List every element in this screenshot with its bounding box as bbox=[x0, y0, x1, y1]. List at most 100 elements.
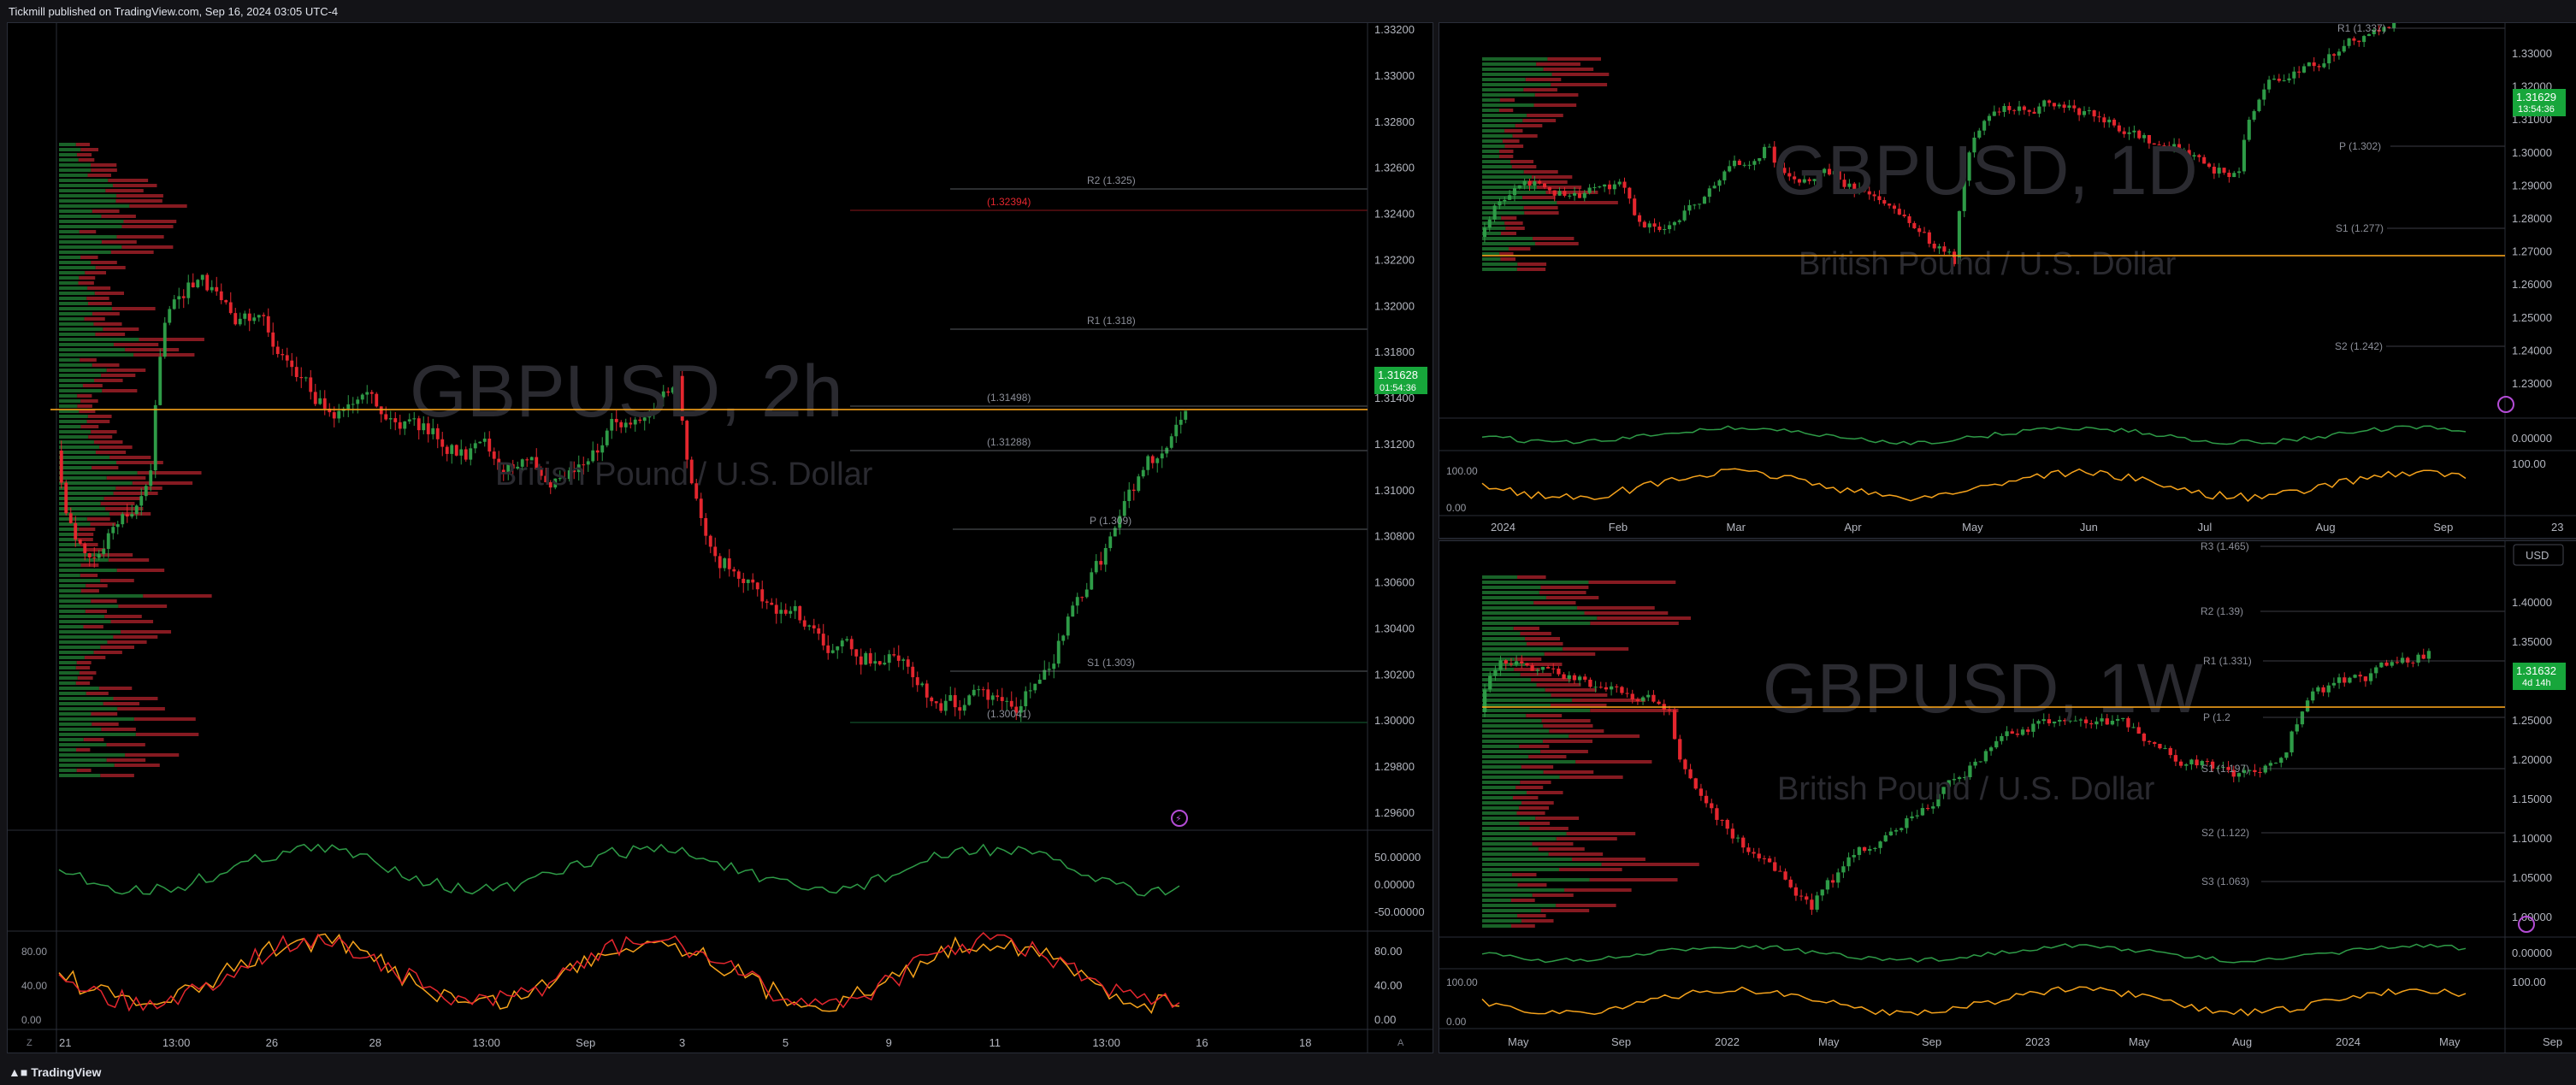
candle-body bbox=[2010, 731, 2014, 734]
candle-body bbox=[1897, 209, 1901, 215]
candle-body bbox=[238, 318, 242, 325]
oscillator-line bbox=[58, 933, 1180, 1014]
candle-body bbox=[1146, 456, 1150, 470]
osc-tick-left: 0.00 bbox=[21, 1014, 42, 1026]
candle-body bbox=[1912, 222, 1917, 228]
candle-body bbox=[346, 404, 351, 410]
candle-body bbox=[1773, 862, 1777, 871]
candle-body bbox=[1646, 694, 1651, 698]
chart-canvas-right-bottom[interactable]: GBPUSD, 1W British Pound / U.S. Dollar R… bbox=[1439, 541, 2576, 1053]
candle-body bbox=[158, 357, 162, 405]
candle-body bbox=[2305, 700, 2310, 712]
osc-tick: 100.00 bbox=[2512, 976, 2546, 988]
candle-body bbox=[1160, 453, 1164, 459]
candle-body bbox=[1633, 198, 1637, 215]
candle-body bbox=[2322, 63, 2326, 68]
auto-scale-button[interactable]: A bbox=[1397, 1038, 1404, 1048]
candle-body bbox=[789, 610, 793, 614]
candle-body bbox=[1066, 616, 1070, 636]
candle-body bbox=[751, 579, 755, 583]
candle-body bbox=[1888, 831, 1894, 836]
candle-body bbox=[1482, 689, 1487, 712]
candle-body bbox=[252, 317, 257, 321]
candle-body bbox=[2416, 654, 2420, 663]
chart-pane-right-bottom[interactable]: GBPUSD, 1W British Pound / U.S. Dollar R… bbox=[1439, 540, 2576, 1053]
candle-body bbox=[162, 322, 167, 357]
candle-body bbox=[1572, 675, 1577, 681]
price-tick: 1.25000 bbox=[2512, 311, 2552, 324]
candle-body bbox=[901, 659, 906, 661]
chart-canvas-right-top[interactable]: GBPUSD, 1D British Pound / U.S. Dollar R… bbox=[1439, 23, 2576, 539]
candle-body bbox=[2312, 62, 2316, 67]
candle-body bbox=[2421, 654, 2425, 659]
price-tick: 1.30600 bbox=[1374, 576, 1415, 589]
candle-body bbox=[755, 582, 759, 590]
candle-body bbox=[986, 689, 990, 700]
time-tick: Sep bbox=[2543, 1035, 2562, 1048]
candle-body bbox=[2406, 657, 2410, 663]
price-tick: 1.32600 bbox=[1374, 162, 1415, 174]
candle-body bbox=[2362, 36, 2366, 43]
candle-body bbox=[1547, 187, 1551, 191]
candle-body bbox=[2212, 167, 2216, 174]
candle-body bbox=[1131, 489, 1136, 492]
candle-body bbox=[1742, 164, 1746, 166]
candle-body bbox=[967, 695, 972, 705]
candle-body bbox=[2311, 691, 2315, 701]
time-axis-left: 21 13:00 26 28 13:00 Sep 3 5 9 11 13:00 16 18 bbox=[59, 1036, 1311, 1049]
tradingview-logo[interactable]: ▲■ TradingView bbox=[9, 1065, 101, 1079]
candle-body bbox=[2092, 109, 2096, 117]
candle-body bbox=[1037, 679, 1042, 684]
chart-pane-left[interactable]: GBPUSD, 2h British Pound / U.S. Dollar R… bbox=[7, 22, 1433, 1053]
candle-body bbox=[1746, 847, 1751, 852]
candle-body bbox=[2358, 675, 2362, 677]
candle-body bbox=[186, 282, 191, 298]
candle-body bbox=[1825, 880, 1830, 890]
candle-body bbox=[1707, 188, 1711, 198]
candle-body bbox=[595, 450, 600, 453]
pivot-levels-right-bottom: R3 (1.465) R2 (1.39) R1 (1.331) P (1.2 S1 (1… bbox=[2201, 541, 2505, 887]
candle-body bbox=[1717, 180, 1722, 186]
candle-body bbox=[1982, 121, 1987, 131]
candle-body bbox=[1503, 199, 1507, 202]
symbol-watermark: GBPUSD, 1D bbox=[1773, 132, 2198, 209]
candle-body bbox=[1150, 456, 1155, 463]
price-tick: 1.30800 bbox=[1374, 530, 1415, 543]
candle-body bbox=[1487, 219, 1492, 228]
candle-body bbox=[2147, 740, 2152, 743]
candle-body bbox=[2300, 711, 2305, 725]
candle-body bbox=[1767, 858, 1772, 863]
osc-tick: 80.00 bbox=[1374, 945, 1403, 958]
currency-button[interactable]: USD bbox=[2513, 544, 2564, 566]
lightning-icon[interactable] bbox=[2497, 396, 2514, 413]
osc-tick-left: 100.00 bbox=[1446, 976, 1478, 988]
oscillator-line bbox=[58, 931, 1180, 1012]
timezone-button[interactable]: Z bbox=[27, 1038, 32, 1048]
candle-body bbox=[233, 313, 238, 325]
time-tick: 28 bbox=[369, 1036, 381, 1049]
publish-header: Tickmill published on TradingView.com, S… bbox=[0, 0, 2576, 22]
candle-body bbox=[1514, 661, 1519, 665]
candle-body bbox=[1663, 228, 1667, 231]
price-tick: 1.33000 bbox=[1374, 69, 1415, 82]
pivot-label: R3 (1.465) bbox=[2201, 541, 2249, 552]
chart-canvas-left[interactable]: GBPUSD, 2h British Pound / U.S. Dollar R… bbox=[8, 23, 1433, 1053]
price-tick: 1.28000 bbox=[2512, 212, 2552, 225]
candle-body bbox=[939, 703, 943, 711]
pivot-label: (1.30041) bbox=[987, 708, 1031, 720]
candle-body bbox=[1604, 687, 1609, 690]
candle-body bbox=[2237, 171, 2242, 174]
candle-body bbox=[1141, 469, 1145, 477]
candle-body bbox=[1728, 166, 1732, 172]
chart-pane-right-top[interactable]: GBPUSD, 1D British Pound / U.S. Dollar R… bbox=[1439, 22, 2576, 539]
candle-body bbox=[774, 604, 778, 614]
candle-body bbox=[356, 399, 360, 404]
candle-body bbox=[2263, 765, 2267, 773]
candle-body bbox=[139, 496, 144, 506]
price-tick: 1.23000 bbox=[2512, 377, 2552, 390]
candle-body bbox=[2062, 104, 2066, 108]
candle-body bbox=[1647, 223, 1651, 227]
candle-body bbox=[247, 313, 251, 321]
candle-body bbox=[1607, 184, 1612, 190]
candle-body bbox=[205, 274, 210, 291]
